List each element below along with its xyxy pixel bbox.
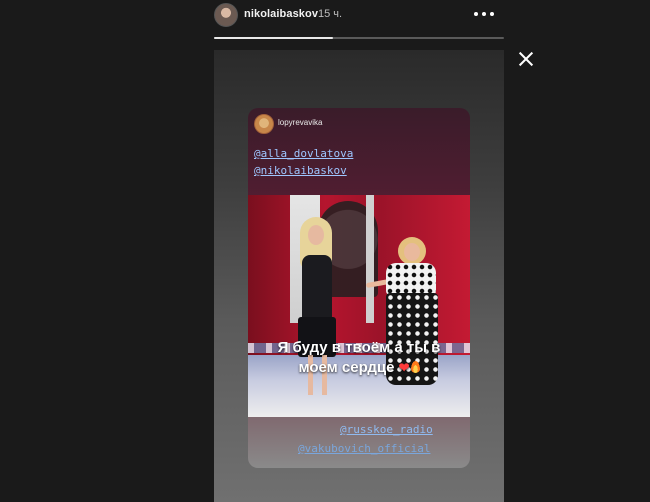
heart-icon: ❤	[398, 360, 410, 375]
story-header: nikolaibaskov 15 ч.	[214, 0, 504, 30]
caption-line-2: моем сердце ❤	[248, 358, 470, 378]
story-caption: Я буду в твоём а ты в моем сердце ❤	[248, 338, 470, 378]
story-photo	[248, 195, 470, 417]
more-icon	[482, 12, 486, 16]
close-button[interactable]	[516, 49, 536, 69]
mention-link[interactable]: @russkoe_radio	[340, 423, 433, 436]
username[interactable]: nikolaibaskov	[244, 8, 318, 20]
story-progress-fill	[214, 37, 333, 39]
stage-panel	[366, 195, 374, 323]
fire-icon	[410, 361, 420, 373]
time-ago: 15 ч.	[318, 8, 343, 20]
repost-header: lopyrevavika	[252, 114, 452, 134]
caption-line-1: Я буду в твоём а ты в	[277, 339, 441, 356]
avatar[interactable]	[214, 3, 238, 27]
repost-avatar[interactable]	[254, 114, 274, 134]
more-icon	[490, 12, 494, 16]
story-frame[interactable]: lopyrevavika @alla_dovlatova @nikolaibas…	[214, 50, 504, 502]
person-left-face	[308, 225, 324, 245]
caption-line-2-text: моем сердце	[298, 359, 395, 376]
story-progress-bar	[214, 37, 504, 39]
more-icon	[474, 12, 478, 16]
mention-link[interactable]: @alla_dovlatova	[254, 147, 353, 160]
mention-link[interactable]: @nikolaibaskov	[254, 164, 347, 177]
person-right-face	[404, 243, 420, 261]
person-right-top	[386, 263, 436, 295]
more-options-button[interactable]	[474, 7, 494, 21]
reposted-story-card[interactable]: lopyrevavika @alla_dovlatova @nikolaibas…	[248, 108, 470, 468]
repost-username[interactable]: lopyrevavika	[278, 118, 322, 127]
mention-link[interactable]: @vakubovich_official	[298, 442, 430, 455]
